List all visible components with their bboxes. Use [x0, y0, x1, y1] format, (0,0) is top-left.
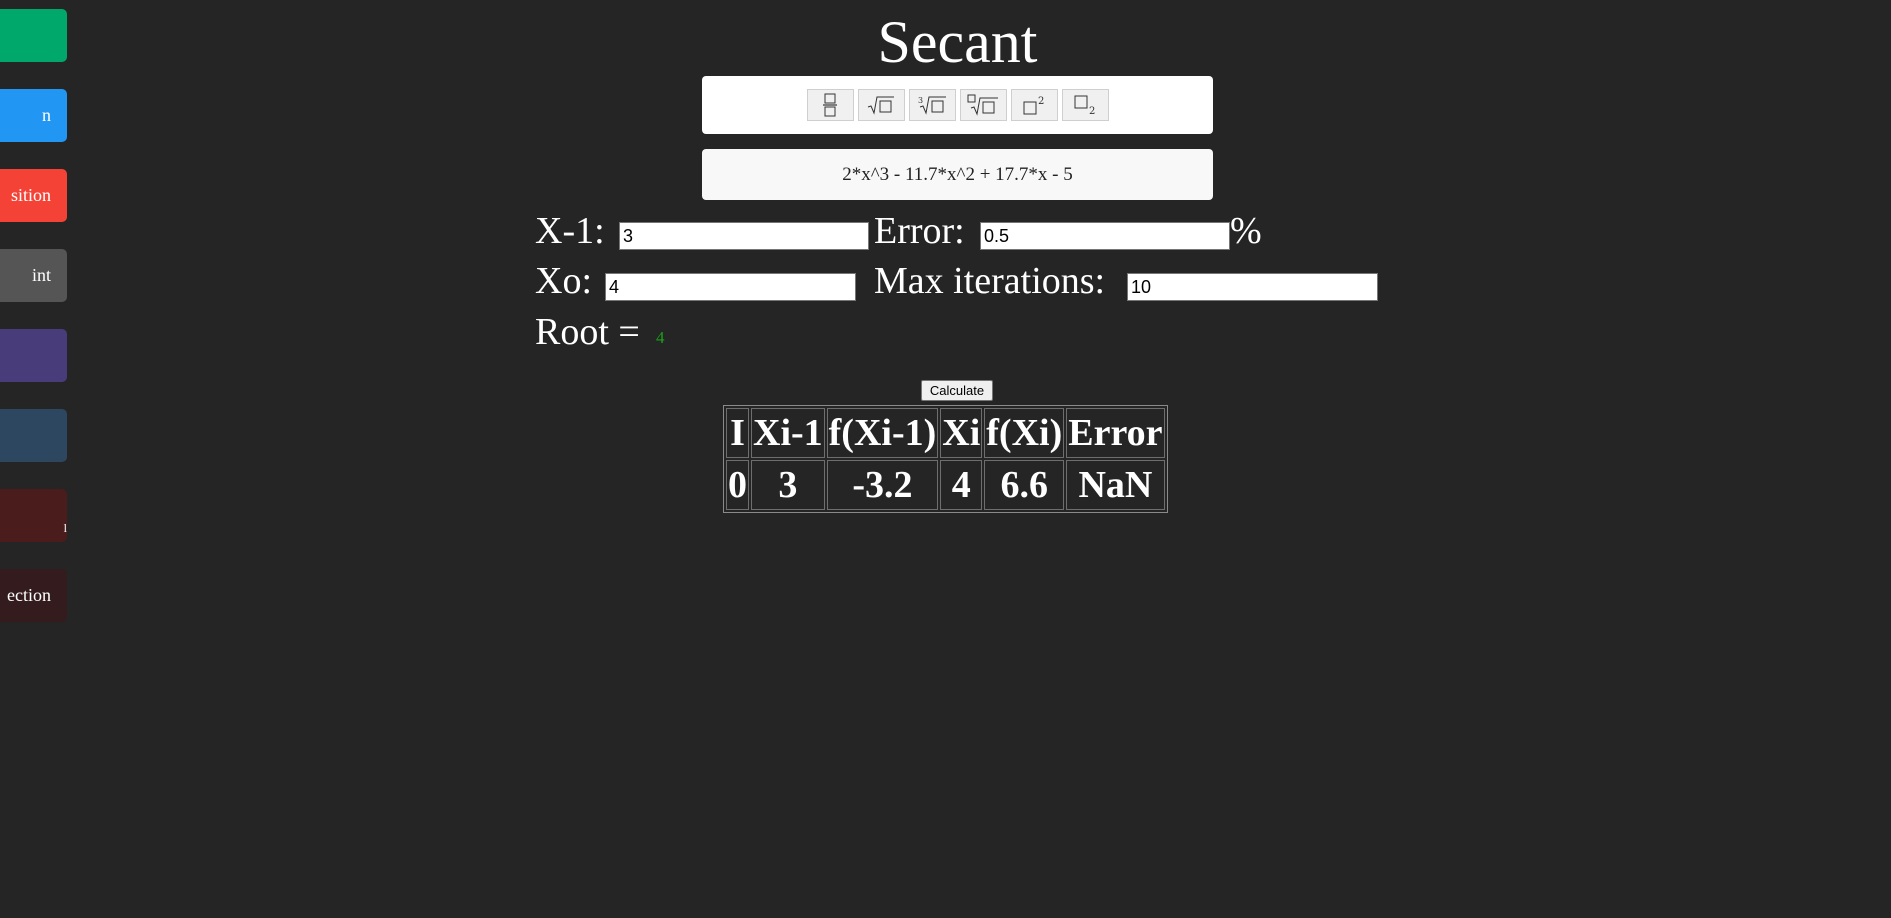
column-header: I — [726, 408, 749, 458]
svg-text:2: 2 — [1089, 106, 1095, 116]
math-toolbar: 3 2 2 — [702, 76, 1213, 134]
max-iterations-input[interactable] — [1127, 273, 1378, 301]
calculate-button[interactable]: Calculate — [921, 380, 993, 401]
root-value: 4 — [656, 328, 665, 347]
cube-root-button[interactable]: 3 — [908, 89, 956, 121]
function-expression: 2*x^3 - 11.7*x^2 + 17.7*x - 5 — [842, 163, 1073, 185]
function-input[interactable]: 2*x^3 - 11.7*x^2 + 17.7*x - 5 — [702, 149, 1213, 200]
sidebar-item-5[interactable] — [0, 329, 67, 382]
results-table: I Xi-1 f(Xi-1) Xi f(Xi) Error 0 3 -3.2 4… — [723, 405, 1168, 513]
fraction-button[interactable] — [806, 89, 854, 121]
page: n sition int l ection Secant 3 2 2 2*x^3… — [0, 0, 1891, 918]
table-cell: -3.2 — [826, 460, 939, 510]
superscript-icon: 2 — [1023, 96, 1044, 115]
sidebar-item-7[interactable]: l — [0, 489, 67, 542]
sidebar-item-label: ection — [7, 585, 51, 605]
table-cell: 0 — [726, 460, 749, 510]
table-cell: NaN — [1066, 460, 1165, 510]
table-row: 0 3 -3.2 4 6.6 NaN — [726, 460, 1165, 510]
svg-text:3: 3 — [918, 96, 923, 105]
sidebar-item-label: sition — [10, 185, 51, 205]
table-header-row: I Xi-1 f(Xi-1) Xi f(Xi) Error — [726, 408, 1165, 458]
sidebar-item-label: int — [31, 265, 51, 285]
table-cell: 3 — [751, 460, 825, 510]
subscript-button[interactable]: 2 — [1061, 89, 1109, 121]
page-title: Secant — [877, 9, 1038, 75]
column-header: Xi — [940, 408, 983, 458]
root-label: Root = — [535, 311, 640, 353]
nth-root-icon — [967, 94, 998, 116]
sidebar-item-4[interactable]: int — [0, 249, 67, 302]
fraction-icon — [823, 93, 837, 117]
percent-sign: % — [1230, 210, 1262, 252]
column-header: f(Xi-1) — [826, 408, 939, 458]
superscript-button[interactable]: 2 — [1010, 89, 1058, 121]
sqrt-icon — [867, 96, 894, 115]
sidebar-item-label: n — [42, 105, 51, 125]
sidebar-item-6[interactable] — [0, 409, 67, 462]
sidebar-item-label: l — [63, 521, 67, 535]
x-prev-label: X-1: — [535, 210, 605, 252]
x0-label: Xo: — [535, 260, 592, 302]
column-header: f(Xi) — [984, 408, 1065, 458]
cube-root-icon: 3 — [918, 96, 946, 115]
error-input[interactable] — [980, 222, 1230, 250]
svg-text:2: 2 — [1038, 96, 1044, 107]
column-header: Xi-1 — [751, 408, 825, 458]
subscript-icon: 2 — [1074, 95, 1095, 116]
max-iterations-label: Max iterations: — [874, 260, 1106, 302]
x-prev-input[interactable] — [619, 222, 869, 250]
sidebar-item-3[interactable]: sition — [0, 169, 67, 222]
table-cell: 4 — [940, 460, 983, 510]
column-header: Error — [1066, 408, 1165, 458]
sqrt-button[interactable] — [857, 89, 905, 121]
sidebar-item-2[interactable]: n — [0, 89, 67, 142]
table-cell: 6.6 — [984, 460, 1065, 510]
error-label: Error: — [874, 210, 965, 252]
sidebar-item-8[interactable]: ection — [0, 569, 67, 622]
nth-root-button[interactable] — [959, 89, 1007, 121]
x0-input[interactable] — [605, 273, 856, 301]
